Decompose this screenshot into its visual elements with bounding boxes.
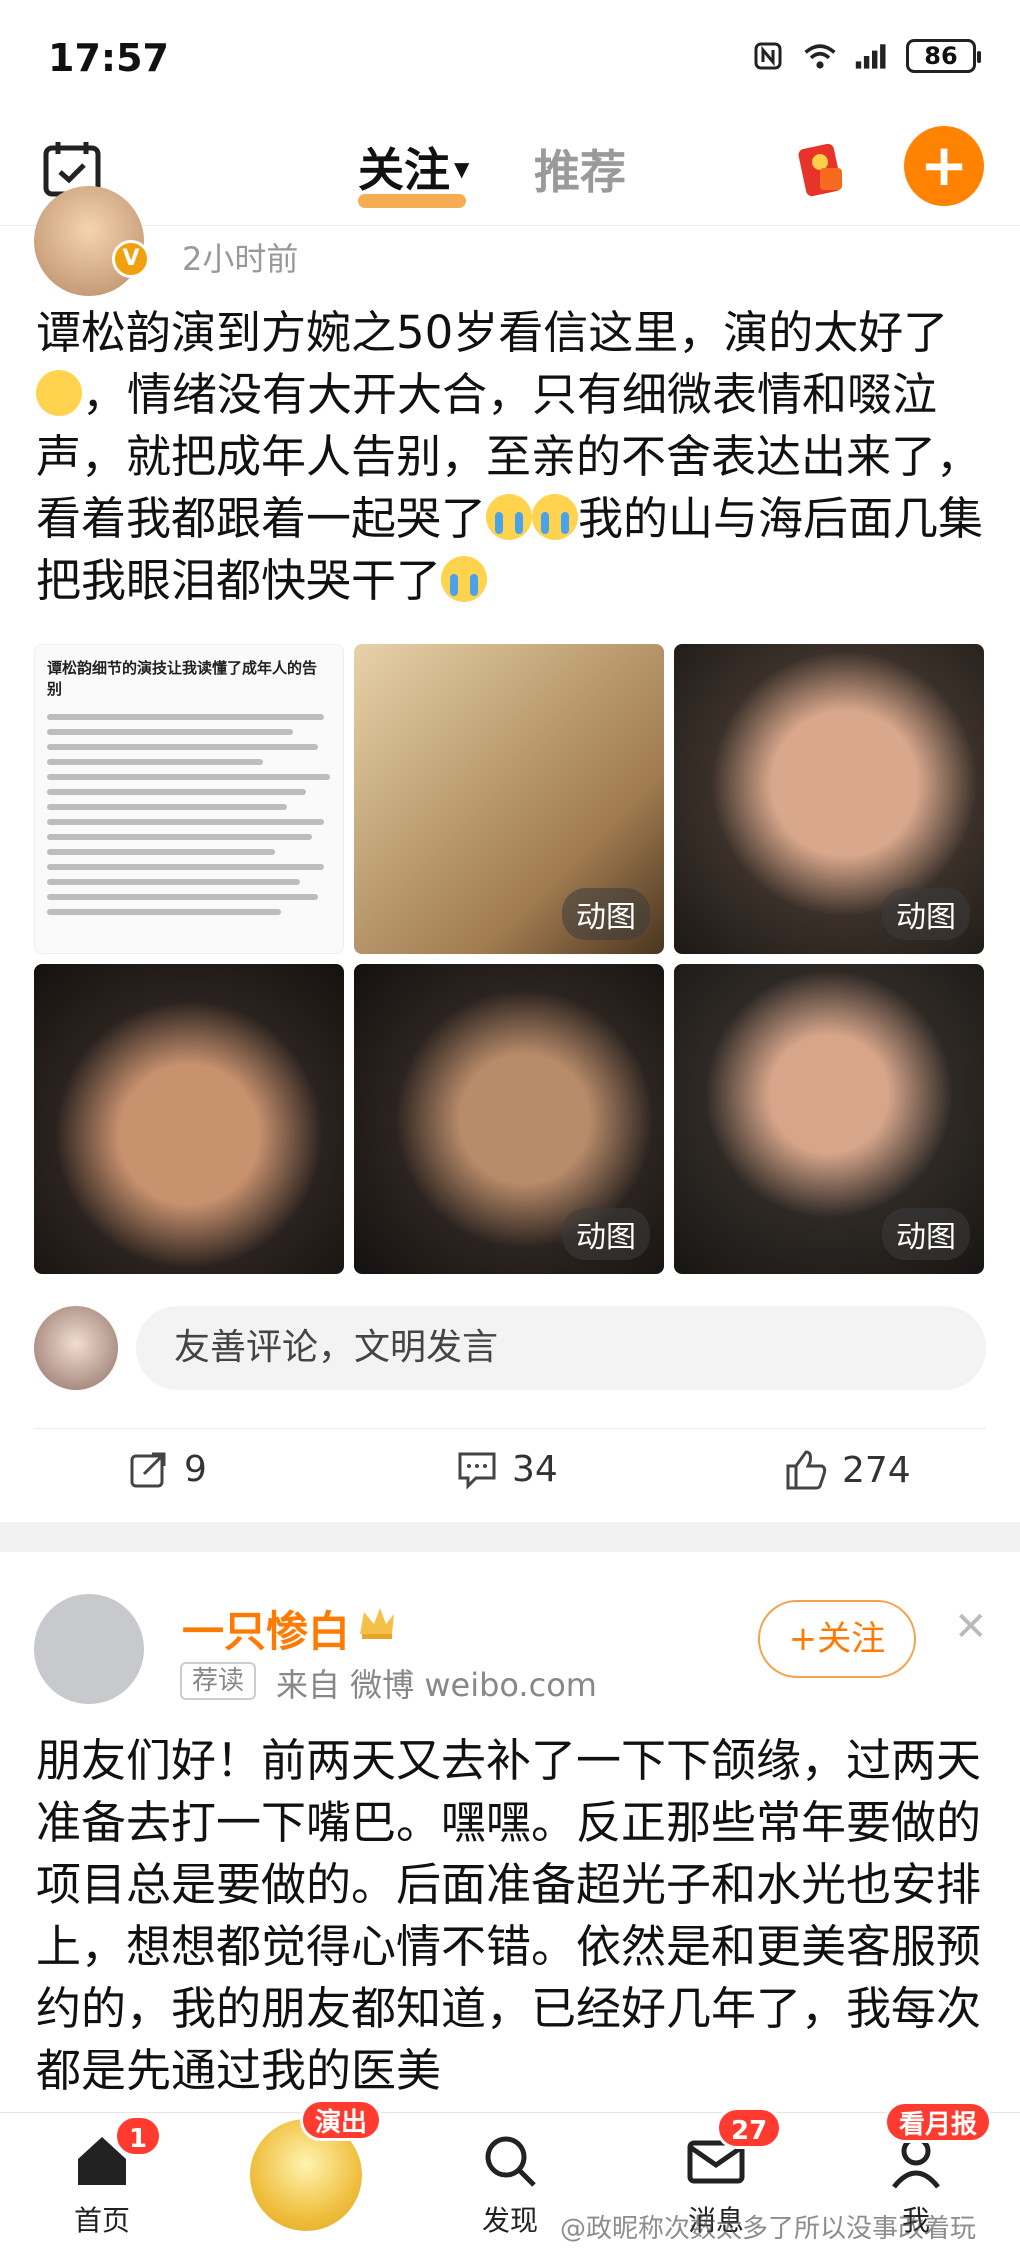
post2-source: 来自 微博 weibo.com bbox=[276, 1666, 597, 1704]
caret-down-icon: ▼ bbox=[454, 157, 470, 181]
post1-image-2[interactable]: 动图 bbox=[354, 644, 664, 954]
comment-row: 友善评论，文明发言 bbox=[34, 1306, 986, 1390]
member-crown-icon bbox=[356, 1604, 398, 1642]
divider bbox=[34, 1428, 986, 1429]
gif-label: 动图 bbox=[562, 888, 650, 940]
wifi-icon bbox=[802, 38, 838, 74]
post2-avatar[interactable] bbox=[34, 1594, 144, 1704]
home-badge: 1 bbox=[114, 2115, 163, 2157]
post1-image-grid: 谭松韵细节的演技让我读懂了成年人的告别 动图 动图 动图 动图 bbox=[34, 644, 984, 1274]
status-icons: 86 bbox=[750, 38, 981, 74]
gif-label: 动图 bbox=[562, 1208, 650, 1260]
comment-count: 34 bbox=[512, 1448, 558, 1490]
nav-home-label: 首页 bbox=[73, 2204, 130, 2237]
nfc-icon bbox=[750, 38, 786, 74]
compose-button[interactable]: + bbox=[904, 126, 984, 206]
verified-badge-icon: V bbox=[112, 240, 150, 278]
search-icon bbox=[485, 2136, 536, 2187]
status-bar: 17:57 86 bbox=[0, 0, 1020, 118]
share-button[interactable]: 9 bbox=[128, 1448, 207, 1490]
sad-face-emoji-icon bbox=[36, 370, 82, 416]
post1-actions: 9 34 274 bbox=[0, 1440, 1020, 1520]
follow-button[interactable]: +关注 bbox=[758, 1600, 916, 1678]
live-badge: 演出 bbox=[300, 2099, 383, 2141]
crying-face-emoji-icon bbox=[441, 556, 488, 602]
battery-indicator: 86 bbox=[906, 39, 981, 73]
nav-discover[interactable]: 发现 bbox=[440, 2129, 580, 2239]
comment-button[interactable]: 34 bbox=[456, 1448, 558, 1490]
feed-separator bbox=[0, 1522, 1020, 1552]
image-doc-title: 谭松韵细节的演技让我读懂了成年人的告别 bbox=[47, 659, 318, 698]
crying-face-emoji-icon bbox=[532, 494, 579, 540]
comment-icon bbox=[458, 1452, 496, 1490]
post1-header: V 2小时前 bbox=[0, 186, 1020, 296]
red-packet-icon[interactable] bbox=[790, 138, 854, 202]
post1-image-3[interactable]: 动图 bbox=[674, 644, 984, 954]
gif-label: 动图 bbox=[882, 1208, 970, 1260]
post1-text: 谭松韵演到方婉之50岁看信这里，演的太好了，情绪没有大开大合，只有细微表情和啜泣… bbox=[36, 302, 986, 612]
like-count: 274 bbox=[842, 1449, 911, 1491]
post1-image-6[interactable]: 动图 bbox=[674, 964, 984, 1274]
post1-text-part1: 谭松韵演到方婉之50岁看信这里，演的太好了 bbox=[36, 306, 949, 359]
post1-image-4[interactable] bbox=[34, 964, 344, 1274]
crying-face-emoji-icon bbox=[486, 494, 533, 540]
user-avatar bbox=[34, 1306, 118, 1390]
watermark: @政昵称次数太多了所以没事改着玩 bbox=[560, 2214, 977, 2244]
post1-image-1[interactable]: 谭松韵细节的演技让我读懂了成年人的告别 bbox=[34, 644, 344, 954]
thumbs-up-icon bbox=[786, 1450, 827, 1490]
tab-follow[interactable]: 关注 ▼ bbox=[358, 134, 469, 200]
post2-author[interactable]: 一只惨白 bbox=[182, 1598, 350, 1659]
share-count: 9 bbox=[184, 1448, 207, 1490]
comment-input[interactable]: 友善评论，文明发言 bbox=[136, 1306, 986, 1390]
status-time: 17:57 bbox=[48, 36, 169, 80]
post1-time: 2小时前 bbox=[182, 240, 299, 278]
tab-follow-label: 关注 bbox=[358, 143, 450, 197]
me-badge: 看月报 bbox=[884, 2101, 993, 2143]
like-button[interactable]: 274 bbox=[784, 1448, 911, 1492]
top-nav: 关注 ▼ 推荐 + bbox=[0, 118, 1020, 226]
tab-recommend[interactable]: 推荐 bbox=[534, 136, 626, 202]
close-icon[interactable]: ✕ bbox=[954, 1604, 988, 1650]
share-icon bbox=[130, 1452, 166, 1488]
gif-label: 动图 bbox=[882, 888, 970, 940]
signal-icon bbox=[854, 38, 890, 74]
recommend-tag: 荐读 bbox=[180, 1662, 257, 1700]
post2-text: 朋友们好！前两天又去补了一下下颌缘，过两天准备去打一下嘴巴。嘿嘿。反正那些常年要… bbox=[36, 1734, 982, 2097]
tab-follow-indicator bbox=[358, 194, 466, 208]
nav-discover-label: 发现 bbox=[481, 2204, 538, 2237]
post1-image-5[interactable]: 动图 bbox=[354, 964, 664, 1274]
messages-badge: 27 bbox=[716, 2107, 783, 2149]
